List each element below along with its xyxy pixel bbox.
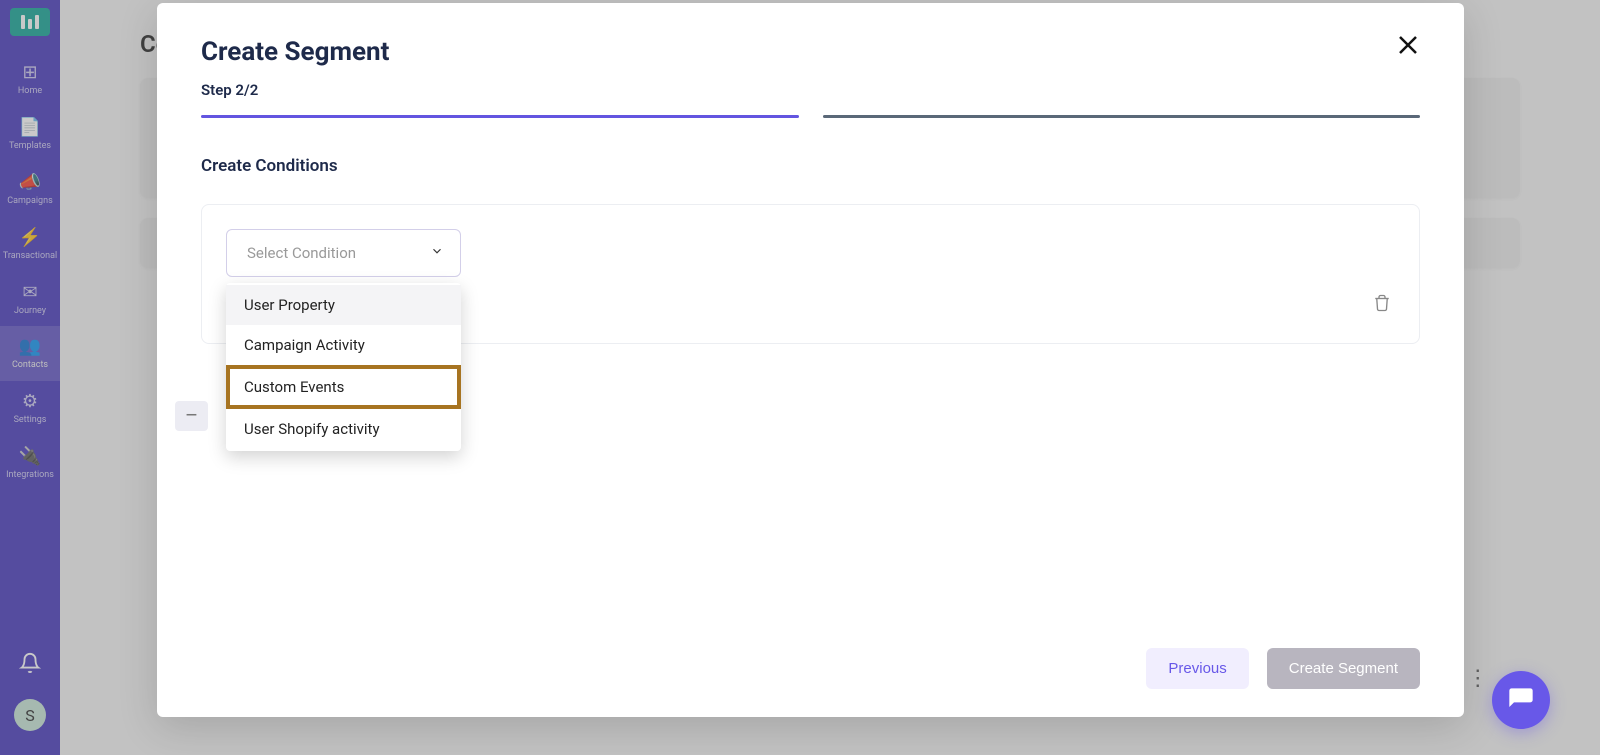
progress-step-2 bbox=[823, 115, 1421, 118]
condition-select[interactable]: Select Condition bbox=[226, 229, 461, 277]
step-indicator: Step 2/2 bbox=[201, 81, 1420, 99]
chevron-down-icon bbox=[430, 244, 444, 262]
progress-bar bbox=[201, 115, 1420, 118]
section-title: Create Conditions bbox=[201, 156, 1420, 176]
dropdown-option-campaign-activity[interactable]: Campaign Activity bbox=[226, 325, 461, 365]
dropdown-option-user-property[interactable]: User Property bbox=[226, 285, 461, 325]
modal-title: Create Segment bbox=[201, 37, 389, 67]
close-icon[interactable] bbox=[1396, 33, 1420, 62]
create-segment-button[interactable]: Create Segment bbox=[1267, 648, 1420, 689]
progress-step-1 bbox=[201, 115, 799, 118]
chat-widget[interactable] bbox=[1492, 671, 1550, 729]
previous-button[interactable]: Previous bbox=[1146, 648, 1248, 689]
delete-icon[interactable] bbox=[1373, 293, 1391, 313]
condition-dropdown: User Property Campaign Activity Custom E… bbox=[226, 283, 461, 451]
dropdown-option-user-shopify-activity[interactable]: User Shopify activity bbox=[226, 409, 461, 449]
conditions-panel: Select Condition User Property Campaign … bbox=[201, 204, 1420, 344]
create-segment-modal: Create Segment Step 2/2 Create Condition… bbox=[157, 3, 1464, 717]
add-condition-chip[interactable]: – bbox=[175, 401, 208, 431]
dropdown-option-custom-events[interactable]: Custom Events bbox=[226, 365, 461, 409]
select-placeholder: Select Condition bbox=[247, 244, 356, 262]
